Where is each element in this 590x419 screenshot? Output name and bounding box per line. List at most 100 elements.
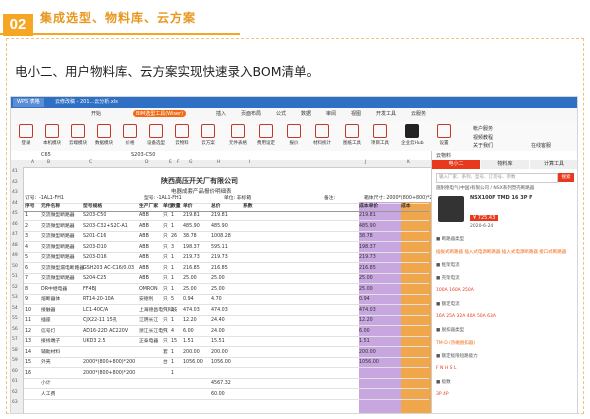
row-number[interactable]: 47	[12, 232, 18, 237]
table-row[interactable]: 10 接触器 LC1-40C/A 上海德昌电气科技只 1 474.03 474.03 474.…	[24, 307, 429, 316]
table-cell[interactable]: 2	[25, 223, 28, 231]
column-letter[interactable]: H	[217, 160, 220, 165]
table-cell[interactable]: 1056.00	[359, 359, 379, 367]
table-cell[interactable]: 交流微型断路器	[41, 244, 75, 252]
table-cell[interactable]: 0.94	[183, 296, 194, 304]
table-cell[interactable]: 6.00	[183, 328, 194, 336]
row-number[interactable]: 57	[12, 337, 18, 342]
online-service-link[interactable]: 在线客服	[531, 142, 551, 149]
table-cell[interactable]: 38.78	[359, 233, 373, 241]
row-number[interactable]: 51	[12, 274, 18, 279]
table-cell[interactable]: RT14-20-10A	[83, 296, 114, 304]
table-cell[interactable]: 台	[163, 359, 168, 367]
table-cell[interactable]: 1	[171, 359, 174, 367]
table-cell[interactable]: 485.90	[211, 223, 228, 231]
table-cell[interactable]: LC1-40C/A	[83, 307, 108, 315]
table-cell[interactable]: 6	[25, 265, 28, 273]
table-cell[interactable]: 216.85	[359, 265, 376, 273]
menu-bim-tool[interactable]: BIM选型工具(Wiser)	[133, 110, 187, 117]
column-letter[interactable]: J	[365, 160, 366, 165]
table-cell[interactable]: 24.40	[211, 317, 225, 325]
table-cell[interactable]: 15	[171, 338, 177, 346]
table-cell[interactable]: 4	[171, 328, 174, 336]
table-cell[interactable]: 219.73	[211, 254, 228, 262]
table-cell[interactable]: 只	[163, 244, 168, 252]
table-cell[interactable]: 接线端子	[41, 338, 60, 346]
table-cell[interactable]: 1	[171, 349, 174, 357]
table-cell[interactable]: S203-C32+S2C-A1	[83, 223, 128, 231]
cell-reference[interactable]: C65	[41, 151, 51, 160]
column-letter[interactable]: C	[89, 160, 92, 165]
table-cell[interactable]: 474.03	[183, 307, 200, 315]
table-cell[interactable]: 8	[25, 286, 28, 294]
menu-review[interactable]: 审阅	[326, 110, 336, 117]
table-cell[interactable]: 12.20	[359, 317, 373, 325]
table-cell[interactable]: 只	[163, 317, 168, 325]
formula-input[interactable]: S203-C50	[131, 151, 155, 160]
table-cell[interactable]: 474.03	[359, 307, 376, 315]
table-cell[interactable]: 只	[163, 275, 168, 283]
ribbon-fee-button[interactable]: 费用设定	[255, 124, 277, 146]
table-cell[interactable]: 219.73	[183, 254, 200, 262]
table-cell[interactable]: 辅助材料	[41, 349, 60, 357]
ribbon-price-button[interactable]: 价格	[119, 124, 141, 146]
table-row[interactable]: 7 交流微型断路器 S204-C25 ABB 只 1 25.00 25.00 25.00	[24, 275, 429, 284]
table-cell[interactable]: 人工费	[41, 391, 55, 399]
ribbon-cloud-module-button[interactable]: 云端模块	[67, 124, 89, 146]
table-cell[interactable]: 25.00	[359, 275, 373, 283]
table-cell[interactable]: 6.00	[359, 328, 370, 336]
app-tab-wps[interactable]: WPS 表格	[13, 98, 44, 107]
table-cell[interactable]: 1	[171, 286, 174, 294]
tab-material-lib[interactable]: 物料库	[481, 160, 529, 169]
table-cell[interactable]: ABB	[139, 265, 149, 273]
column-letter[interactable]: B	[47, 160, 50, 165]
ribbon-project-button[interactable]: 项目工具	[369, 124, 391, 146]
table-cell[interactable]: 60.00	[211, 391, 225, 399]
column-letter[interactable]: A	[31, 160, 34, 165]
row-number[interactable]: 54	[12, 306, 18, 311]
spec-line[interactable]: F N H S L	[436, 366, 456, 371]
table-cell[interactable]: 200.00	[211, 349, 228, 357]
table-row[interactable]: 小计 4567.32	[24, 380, 429, 389]
table-cell[interactable]: 熔断器体	[41, 296, 60, 304]
column-letter[interactable]: K	[407, 160, 410, 165]
table-cell[interactable]: 接触器	[41, 307, 55, 315]
table-cell[interactable]: UKD3 2.5	[83, 338, 106, 346]
table-cell[interactable]: 219.81	[183, 212, 200, 220]
table-cell[interactable]: 3	[25, 233, 28, 241]
table-cell[interactable]: 11	[25, 317, 31, 325]
row-number[interactable]: 56	[12, 327, 18, 332]
table-cell[interactable]: 198.37	[359, 244, 376, 252]
row-number[interactable]: 42	[12, 180, 18, 185]
ribbon-local-button[interactable]: 本机模块	[41, 124, 63, 146]
spec-line[interactable]: 插拔式断路器 插入式电源断路器 插入式电源断路器 接口式断路器	[436, 249, 566, 255]
table-cell[interactable]: 4	[25, 244, 28, 252]
table-cell[interactable]: 插座	[41, 317, 51, 325]
table-cell[interactable]: 15.51	[211, 338, 225, 346]
row-number[interactable]: 45	[12, 211, 18, 216]
ribbon-data-button[interactable]: 数据模块	[93, 124, 115, 146]
table-cell[interactable]: 216.85	[183, 265, 200, 273]
spec-line[interactable]: 3P 4P	[436, 392, 449, 397]
table-row[interactable]: 12 信号灯 AD16-22D AC220V 浙江长江电气只 4 6.00 24.00 6.0…	[24, 328, 429, 337]
table-cell[interactable]: 1056.00	[183, 359, 203, 367]
row-number[interactable]: 41	[12, 169, 18, 174]
table-cell[interactable]: 25.00	[211, 286, 225, 294]
table-cell[interactable]: CJX22-11 15孔	[83, 317, 117, 325]
table-cell[interactable]: 216.85	[211, 265, 228, 273]
table-cell[interactable]: 交流微型漏电断路器	[41, 265, 84, 273]
table-cell[interactable]: 1008.28	[211, 233, 231, 241]
table-cell[interactable]: 只	[163, 233, 168, 241]
table-cell[interactable]: 1	[171, 307, 174, 315]
table-cell[interactable]: GSH203 AC-C16/0.03	[83, 265, 134, 273]
table-cell[interactable]: ABB	[139, 244, 149, 252]
table-cell[interactable]: AD16-22D AC220V	[83, 328, 128, 336]
table-cell[interactable]: 交流微型断路器	[41, 275, 75, 283]
table-cell[interactable]: 安德利	[139, 296, 153, 304]
menu-layout[interactable]: 页面布局	[241, 110, 261, 117]
table-cell[interactable]: 26	[171, 233, 177, 241]
filter-text[interactable]: 施耐德电气(中国)有限公司 / NSX系列塑壳断路器	[436, 185, 534, 191]
menu-formula[interactable]: 公式	[276, 110, 286, 117]
table-cell[interactable]: 25.00	[183, 275, 197, 283]
table-cell[interactable]: 只	[163, 286, 168, 294]
